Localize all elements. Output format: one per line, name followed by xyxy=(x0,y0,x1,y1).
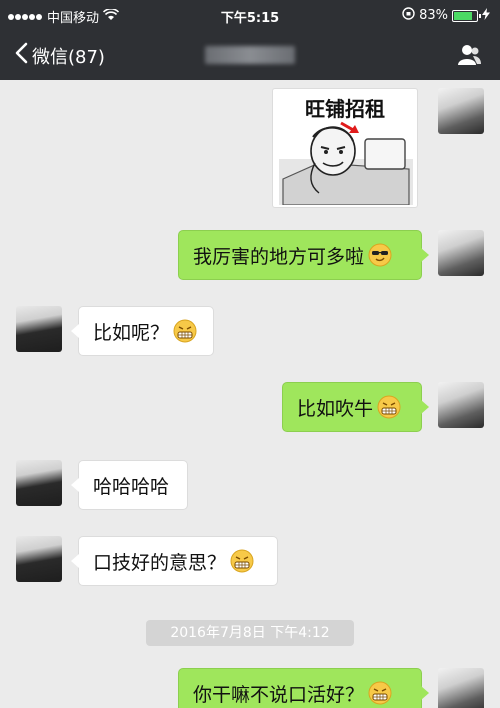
message-text: 哈哈哈哈 xyxy=(93,475,170,498)
outgoing-message[interactable]: 我厉害的地方可多啦 xyxy=(178,230,429,280)
battery-percent: 83% xyxy=(419,8,448,23)
grin-emoji-icon xyxy=(230,549,254,573)
chat-area[interactable]: 旺铺招租 我厉害的地方可多啦 比如呢？ 比如吹牛 哈哈哈哈 口技好的意思？ 20… xyxy=(0,80,500,708)
contact-icon xyxy=(456,45,482,72)
rotation-lock-icon xyxy=(402,7,415,24)
message-text: 比如吹牛 xyxy=(297,397,374,420)
outgoing-message[interactable]: 比如吹牛 xyxy=(282,382,429,432)
message-text: 我厉害的地方可多啦 xyxy=(193,245,365,268)
nav-bar: 微信(87) xyxy=(0,30,500,80)
incoming-message[interactable]: 哈哈哈哈 xyxy=(71,460,188,510)
status-right: 83% xyxy=(402,7,490,24)
back-button[interactable]: 微信(87) xyxy=(14,42,105,69)
charging-icon xyxy=(482,7,490,24)
my-avatar[interactable] xyxy=(438,88,484,134)
contact-avatar[interactable] xyxy=(16,306,62,352)
back-label: 微信(87) xyxy=(32,46,105,68)
status-bar: 中国移动 下午5:15 83% xyxy=(0,0,500,30)
message-text: 口技好的意思？ xyxy=(93,551,227,574)
sticker-message[interactable]: 旺铺招租 xyxy=(272,88,418,208)
grin-emoji-icon xyxy=(368,681,392,705)
meme-face-icon xyxy=(279,121,413,205)
my-avatar[interactable] xyxy=(438,668,484,708)
my-avatar[interactable] xyxy=(438,382,484,428)
contact-avatar[interactable] xyxy=(16,460,62,506)
grin-emoji-icon xyxy=(377,395,401,419)
grin-emoji-icon xyxy=(173,319,197,343)
message-timestamp: 2016年7月8日 下午4:12 xyxy=(146,620,354,646)
sunglasses-emoji-icon xyxy=(368,243,392,267)
chat-info-button[interactable] xyxy=(456,42,482,68)
outgoing-message[interactable]: 你干嘛不说口活好？ xyxy=(178,668,429,708)
message-text: 比如呢？ xyxy=(93,321,170,344)
chat-title-obscured xyxy=(205,46,295,64)
chevron-left-icon xyxy=(14,42,28,69)
contact-avatar[interactable] xyxy=(16,536,62,582)
sticker-caption: 旺铺招租 xyxy=(305,97,385,121)
incoming-message[interactable]: 口技好的意思？ xyxy=(71,536,278,586)
incoming-message[interactable]: 比如呢？ xyxy=(71,306,214,356)
message-text: 你干嘛不说口活好？ xyxy=(193,683,365,706)
my-avatar[interactable] xyxy=(438,230,484,276)
battery-icon xyxy=(452,9,481,22)
